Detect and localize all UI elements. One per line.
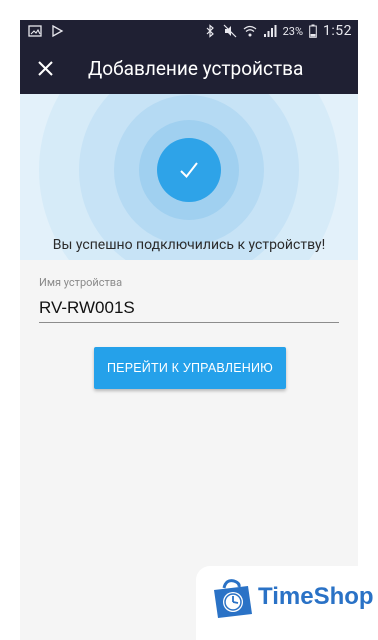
image-icon [28,24,42,38]
device-name-field[interactable] [39,294,339,323]
battery-percent: 23% [282,24,303,38]
phone-screen: 23% 1:52 Добавление устройства Вы успешн… [20,20,358,640]
check-icon [180,162,198,179]
success-message: Вы успешно подключились к устройству! [52,237,326,253]
close-icon [38,61,53,76]
mute-icon [223,24,237,38]
timeshop-logo-icon [208,576,256,624]
clock: 1:52 [323,23,352,39]
close-button[interactable] [34,57,58,81]
signal-icon [263,24,277,38]
go-to-control-button[interactable]: ПЕРЕЙТИ К УПРАВЛЕНИЮ [94,347,286,389]
app-bar: Добавление устройства [20,44,358,94]
success-badge [157,138,221,202]
play-icon [50,24,64,38]
watermark: TimeShop [196,566,378,640]
status-bar: 23% 1:52 [20,20,358,44]
connection-success-banner: Вы успешно подключились к устройству! [20,94,358,260]
page-title: Добавление устройства [88,57,304,80]
watermark-brand: TimeShop [258,583,374,610]
device-name-label: Имя устройства [39,276,123,289]
bluetooth-icon [203,24,217,38]
battery-icon [309,24,317,38]
wifi-icon [243,24,257,38]
